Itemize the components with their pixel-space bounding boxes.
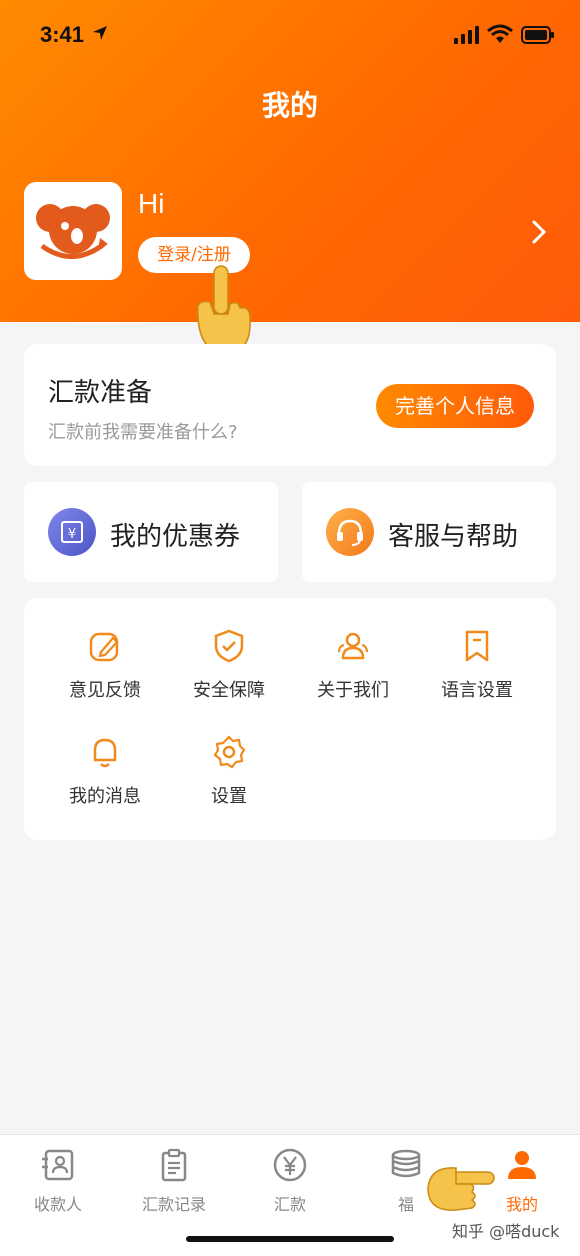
tab-label: 汇款 [273,1195,306,1214]
customer-service-label: 客服与帮助 [388,522,519,552]
customer-service-card[interactable]: 客服与帮助 [302,482,556,582]
bell-icon [93,738,117,768]
grid-item-language[interactable]: 语言设置 [412,628,542,718]
prep-card-subtitle: 汇款前我需要准备什么? [48,422,238,443]
grid-label: 我的消息 [69,786,141,807]
headset-icon [326,508,374,556]
person-icon [508,1151,536,1179]
battery-icon [521,26,554,44]
grid-item-about-us[interactable]: 关于我们 [288,628,418,718]
grid-item-settings[interactable]: 设置 [164,734,294,824]
page-title: 我的 [261,89,318,122]
grid-label: 设置 [211,786,247,807]
chevron-right-icon[interactable] [528,218,550,246]
watermark: 知乎 @嗒duck [452,1222,560,1241]
home-indicator [186,1236,394,1242]
grid-label: 关于我们 [317,680,389,701]
complete-profile-button[interactable]: 完善个人信息 [376,384,534,428]
coupon-icon: ¥ [48,508,96,556]
grid-label: 安全保障 [193,680,265,701]
yen-coin-icon [273,1148,307,1182]
status-time: 3:41 [40,22,85,47]
my-coupons-card[interactable]: ¥ 我的优惠券 [24,482,278,582]
tab-label: 汇款记录 [141,1195,206,1214]
my-coupons-label: 我的优惠券 [110,522,241,552]
gear-icon [213,735,246,769]
location-arrow-icon [93,26,107,40]
grid-label: 意见反馈 [69,680,141,701]
prep-card-title: 汇款准备 [48,378,153,408]
status-bar: 3:41 [0,0,580,70]
wifi-icon [487,24,513,43]
grid-label: 语言设置 [441,680,513,701]
grid-item-security[interactable]: 安全保障 [164,628,294,718]
people-icon [338,632,368,660]
more-options-grid: 意见反馈 安全保障 关于我们 语言设置 我的消息 设置 [24,598,556,840]
tab-remit[interactable]: 汇款 [232,1135,348,1227]
coin-stack-icon [391,1149,421,1178]
profile-header: 3:41 我的 Hi 登录/注册 [0,0,580,322]
tab-remit-records[interactable]: 汇款记录 [116,1135,232,1227]
shield-icon [214,629,244,663]
grid-item-feedback[interactable]: 意见反馈 [40,628,170,718]
greeting-text: Hi [138,188,165,219]
tab-label: 收款人 [33,1195,82,1214]
svg-text:¥: ¥ [68,527,76,542]
contact-card-icon [42,1149,74,1181]
clipboard-icon [161,1148,187,1182]
remittance-prep-card[interactable]: 汇款准备 汇款前我需要准备什么? 完善个人信息 [24,344,556,466]
cellular-signal-icon [454,26,479,44]
koala-logo-icon [36,204,110,259]
avatar[interactable] [24,182,122,280]
pointing-right-hand-icon [427,1167,495,1211]
tab-payees[interactable]: 收款人 [0,1135,116,1227]
bookmark-icon [465,630,489,662]
grid-item-messages[interactable]: 我的消息 [40,734,170,824]
feedback-icon [89,632,119,662]
